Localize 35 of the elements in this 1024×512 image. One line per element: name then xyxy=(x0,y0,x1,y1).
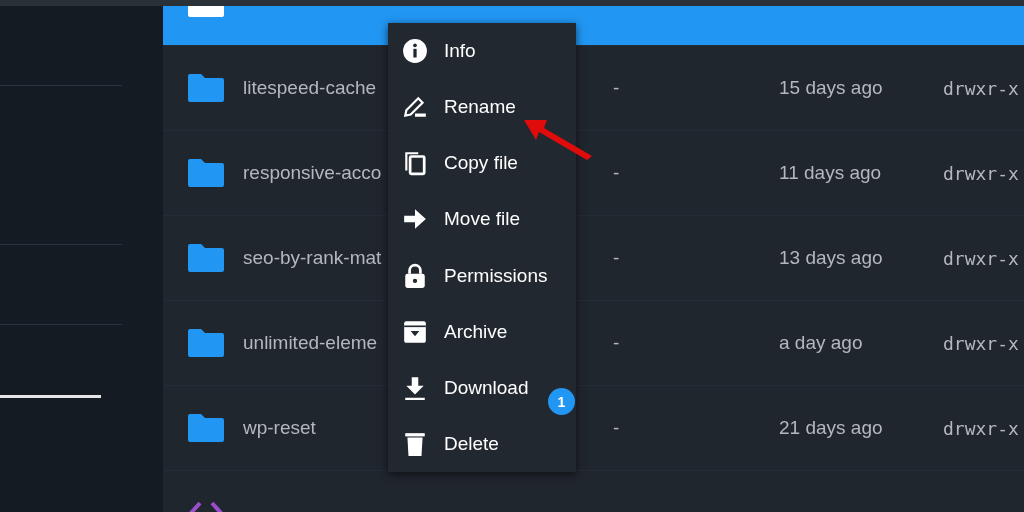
lock-icon xyxy=(402,262,428,289)
archive-icon xyxy=(402,318,428,345)
info-icon xyxy=(402,38,428,65)
file-modified: 15 days ago xyxy=(779,77,883,99)
folder-icon xyxy=(188,414,224,442)
file-modified: 11 days ago xyxy=(779,162,882,184)
folder-icon xyxy=(188,329,224,357)
folder-icon xyxy=(188,74,224,102)
menu-item[interactable]: Permissions xyxy=(388,247,552,304)
file-name: wp-reset xyxy=(243,417,316,439)
file-size: - xyxy=(613,332,620,354)
file-permissions: drwxr-x xyxy=(943,162,1019,184)
file-permissions: drwxr-x xyxy=(943,332,1019,354)
file-permissions: drwxr-x xyxy=(943,417,1019,439)
trash-icon xyxy=(402,430,428,457)
file-modified: 13 days ago xyxy=(779,247,883,269)
file-modified: 21 days ago xyxy=(779,417,883,439)
folder-icon xyxy=(188,244,224,272)
file-permissions: drwxr-x xyxy=(943,77,1019,99)
file-size: - xyxy=(613,77,620,99)
file-name: responsive-acco xyxy=(243,162,382,184)
file-modified: a day ago xyxy=(779,332,863,354)
folder-icon xyxy=(188,159,224,187)
menu-item[interactable]: Archive xyxy=(388,303,552,360)
file-name: litespeed-cache xyxy=(243,77,377,99)
copy-icon xyxy=(402,150,428,177)
download-icon xyxy=(402,374,428,401)
file-permissions: drwxr-x xyxy=(943,247,1019,269)
menu-item[interactable]: Copy file xyxy=(388,135,552,192)
file-size: - xyxy=(613,417,620,439)
menu-item[interactable]: Delete xyxy=(388,415,552,472)
file-name: unlimited-eleme xyxy=(243,332,378,354)
file-size: - xyxy=(613,162,620,184)
file-name: seo-by-rank-mat xyxy=(243,247,382,269)
file-size: - xyxy=(613,247,620,269)
